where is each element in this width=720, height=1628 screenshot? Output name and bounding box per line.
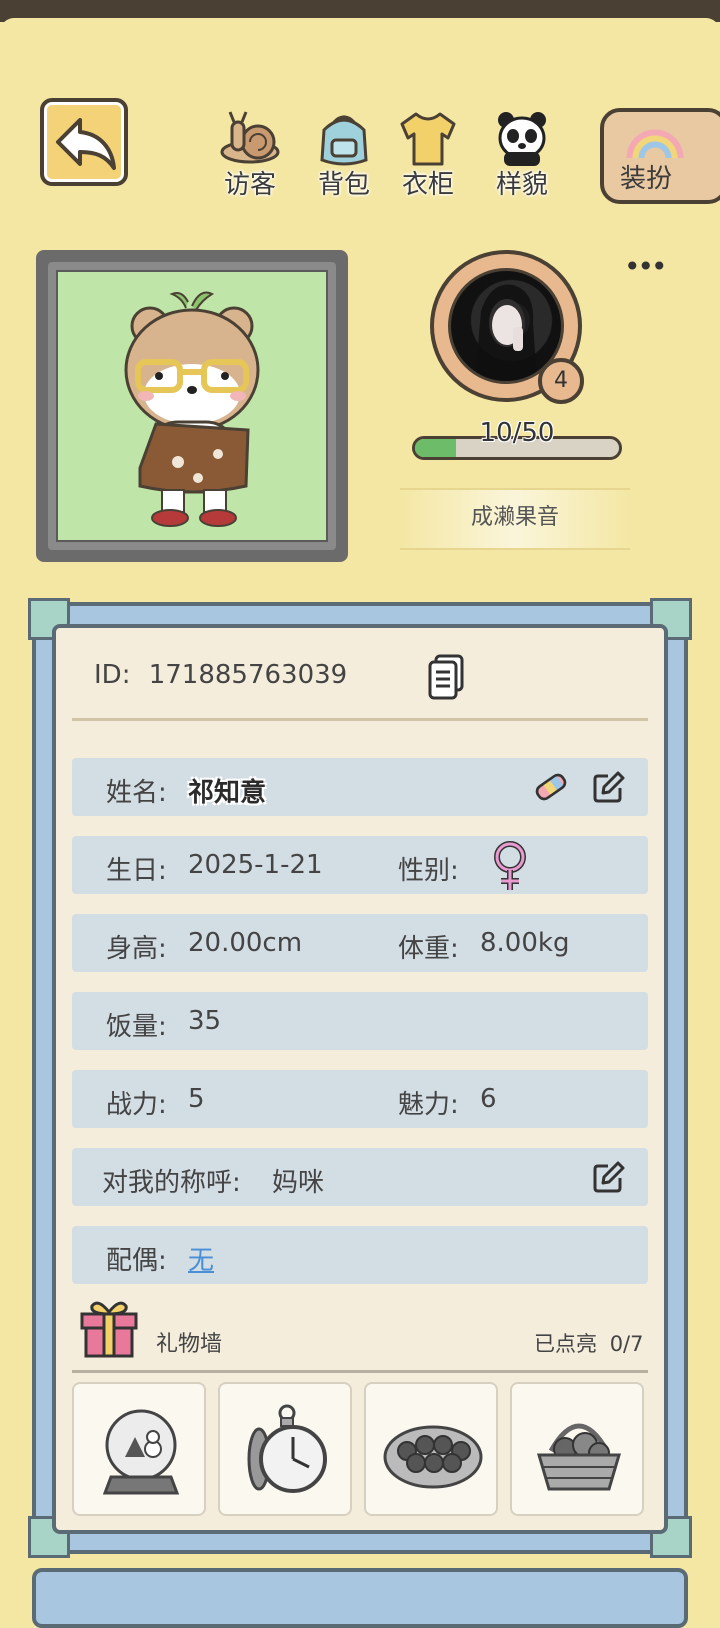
birthday-value: 2025-1-21	[188, 850, 323, 880]
spouse-row: 配偶: 无	[72, 1226, 648, 1284]
rainbow-icon	[620, 124, 690, 158]
gift-slot-fruit-basket[interactable]	[510, 1382, 644, 1516]
female-symbol-icon	[494, 841, 526, 890]
nickname: 成濑果音	[400, 488, 630, 550]
gift-wall-title: 礼物墙	[156, 1332, 223, 1357]
nav-wardrobe[interactable]: 衣柜	[392, 108, 464, 200]
edit-call-icon[interactable]	[592, 1160, 626, 1194]
name-label: 姓名:	[106, 778, 167, 808]
food-value: 35	[188, 1006, 222, 1036]
dress-up-label: 装扮	[620, 164, 673, 194]
call-value: 妈咪	[272, 1168, 325, 1198]
height-value: 20.00cm	[188, 928, 303, 958]
nav-visitor-label: 访客	[223, 170, 276, 200]
panda-icon	[498, 112, 546, 166]
gift-divider	[72, 1370, 648, 1373]
bear-pet-icon	[124, 291, 260, 527]
copy-icon[interactable]	[428, 654, 464, 700]
shirt-icon	[400, 112, 456, 166]
nav-bag[interactable]: 背包	[308, 108, 380, 200]
id-divider	[72, 718, 648, 721]
pet-display[interactable]	[56, 270, 328, 542]
nav-appearance-label: 样貌	[495, 170, 548, 200]
id-label: ID:	[94, 660, 131, 690]
gift-slot-pocket-watch[interactable]	[218, 1382, 352, 1516]
gift-icon	[80, 1301, 138, 1358]
power-value: 5	[188, 1084, 205, 1114]
snow-globe-icon	[102, 1409, 180, 1495]
weight-value: 8.00kg	[480, 928, 570, 958]
height-weight-row: 身高: 20.00cm 体重: 8.00kg	[72, 914, 648, 972]
gift-lit-count: 0/7	[609, 1332, 644, 1356]
nav-visitor[interactable]: 访客	[214, 108, 286, 200]
charm-value: 6	[480, 1084, 497, 1114]
name-row: 姓名: 祁知意	[72, 758, 648, 816]
more-options-button[interactable]: •••	[624, 250, 668, 283]
charm-label: 魅力:	[398, 1090, 459, 1120]
name-value: 祁知意	[188, 778, 267, 808]
power-label: 战力:	[106, 1090, 167, 1120]
dress-up-button[interactable]: 装扮	[600, 108, 720, 204]
snail-icon	[220, 111, 280, 164]
eraser-icon[interactable]	[534, 772, 568, 802]
back-button[interactable]	[40, 98, 128, 186]
pet-frame	[36, 250, 348, 562]
gift-wall-count: 已点亮 0/7	[534, 1328, 643, 1358]
call-me-row: 对我的称呼: 妈咪	[72, 1148, 648, 1206]
food-row: 饭量: 35	[72, 992, 648, 1050]
pocket-watch-icon	[247, 1404, 327, 1493]
nav-bag-label: 背包	[317, 170, 370, 200]
edit-name-icon[interactable]	[592, 770, 626, 804]
back-arrow-icon	[56, 118, 116, 170]
level-badge: 4	[538, 358, 584, 404]
gift-slot-snow-globe[interactable]	[72, 1382, 206, 1516]
exp-progress-text: 10/50	[479, 418, 555, 448]
nav-wardrobe-label: 衣柜	[401, 170, 454, 200]
food-label: 饭量:	[106, 1012, 167, 1042]
id-value: 171885763039	[148, 660, 348, 690]
id-row: ID: 171885763039	[94, 660, 347, 690]
spouse-link[interactable]: 无	[188, 1240, 214, 1277]
height-label: 身高:	[106, 934, 167, 964]
backpack-icon	[320, 115, 368, 166]
weight-label: 体重:	[398, 934, 459, 964]
gender-label: 性别:	[398, 856, 459, 886]
rose-bouquet-icon	[383, 1425, 483, 1489]
gift-slot-rose-bouquet[interactable]	[364, 1382, 498, 1516]
spouse-label: 配偶:	[106, 1246, 167, 1276]
gift-lit-label: 已点亮	[534, 1332, 597, 1356]
nav-appearance[interactable]: 样貌	[486, 108, 558, 200]
power-charm-row: 战力: 5 魅力: 6	[72, 1070, 648, 1128]
birthday-row: 生日: 2025-1-21 性别:	[72, 836, 648, 894]
call-label: 对我的称呼:	[102, 1168, 241, 1198]
fruit-basket-icon	[536, 1423, 622, 1491]
next-panel-frame	[32, 1568, 688, 1628]
birthday-label: 生日:	[106, 856, 167, 886]
